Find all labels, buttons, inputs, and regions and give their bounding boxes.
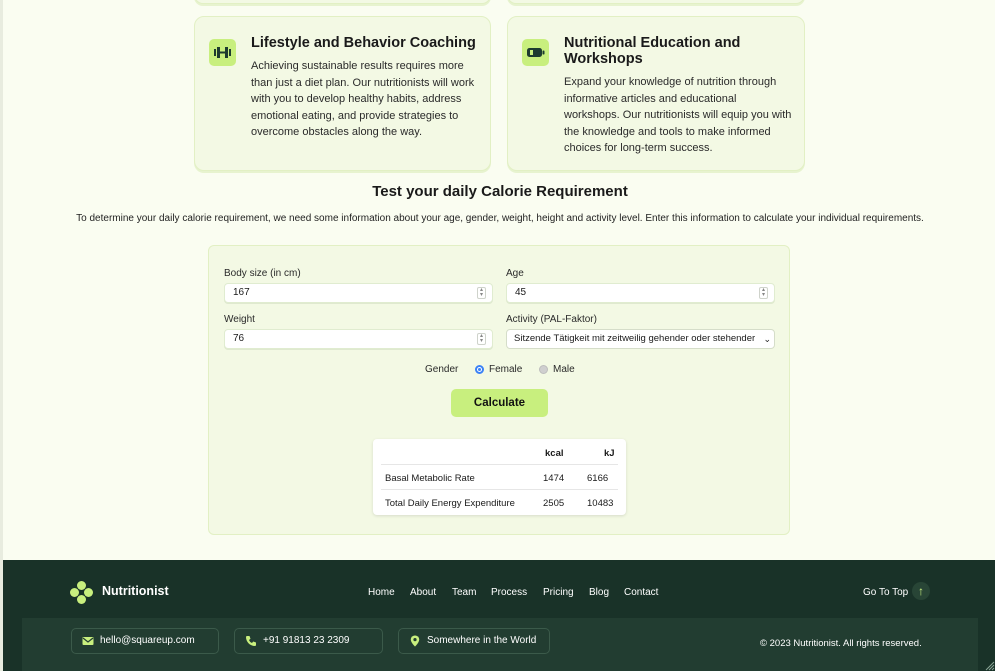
age-input[interactable]: 45 ▴ ▾ — [506, 283, 775, 303]
weight-input[interactable]: 76 ▴ ▾ — [224, 329, 493, 349]
service-card-partial-right — [507, 0, 805, 4]
arrow-up-icon[interactable]: ↑ — [912, 582, 930, 600]
mail-icon — [82, 637, 94, 645]
contact-phone-text: +91 91813 23 2309 — [263, 635, 350, 646]
contact-location-text: Somewhere in the World — [427, 635, 537, 646]
results-row-kcal: 2505 — [543, 498, 565, 509]
calculate-button[interactable]: Calculate — [451, 389, 548, 417]
contact-email-text: hello@squareup.com — [100, 635, 195, 646]
activity-value: Sitzende Tätigkeit mit zeitweilig gehend… — [514, 333, 756, 344]
service-card-partial-left — [194, 0, 491, 4]
age-label: Age — [506, 268, 524, 279]
weight-value: 76 — [233, 333, 245, 344]
activity-label: Activity (PAL-Faktor) — [506, 314, 597, 325]
phone-icon — [246, 636, 256, 646]
resize-grip-icon[interactable] — [983, 659, 995, 671]
go-to-top-link[interactable]: Go To Top — [863, 587, 908, 598]
gender-radio-female[interactable] — [475, 365, 484, 374]
body-size-label: Body size (in cm) — [224, 268, 301, 279]
battery-icon — [522, 39, 549, 66]
service-description: Achieving sustainable results requires m… — [251, 60, 475, 138]
footer: Nutritionist Home About Team Process Pri… — [3, 560, 995, 671]
dumbbell-icon — [209, 39, 236, 66]
footer-nav-home[interactable]: Home — [368, 587, 395, 598]
footer-nav-contact[interactable]: Contact — [624, 587, 658, 598]
service-title: Nutritional Education and Workshops — [564, 35, 741, 67]
body-size-value: 167 — [233, 287, 250, 298]
gender-label: Gender — [425, 364, 459, 375]
service-card-education: Nutritional Education and Workshops Expa… — [507, 16, 805, 171]
weight-label: Weight — [224, 314, 255, 325]
results-header-kj: kJ — [604, 448, 615, 459]
gender-option-male[interactable]: Male — [553, 364, 575, 375]
footer-nav-team[interactable]: Team — [452, 587, 476, 598]
divider — [381, 464, 618, 465]
results-row-kcal: 1474 — [543, 473, 565, 484]
service-title: Lifestyle and Behavior Coaching — [251, 35, 476, 51]
results-table: kcal kJ Basal Metabolic Rate 1474 6166 T… — [373, 439, 626, 515]
chevron-down-icon: ⌄ — [761, 330, 771, 348]
location-pin-icon — [410, 635, 420, 647]
contact-location[interactable]: Somewhere in the World — [398, 628, 550, 654]
contact-email[interactable]: hello@squareup.com — [71, 628, 219, 654]
weight-stepper[interactable]: ▴ ▾ — [477, 333, 486, 345]
results-row-kj: 6166 — [587, 473, 609, 484]
results-row-kj: 10483 — [587, 498, 614, 509]
body-size-input[interactable]: 167 ▴ ▾ — [224, 283, 493, 303]
service-description: Expand your knowledge of nutrition throu… — [564, 76, 792, 154]
footer-nav-process[interactable]: Process — [491, 587, 527, 598]
brand-name[interactable]: Nutritionist — [102, 584, 169, 598]
activity-select[interactable]: Sitzende Tätigkeit mit zeitweilig gehend… — [506, 329, 775, 349]
results-header-kcal: kcal — [545, 448, 564, 459]
radio-dot — [478, 368, 481, 371]
footer-nav-about[interactable]: About — [410, 587, 436, 598]
service-card-lifestyle: Lifestyle and Behavior Coaching Achievin… — [194, 16, 491, 171]
footer-nav-blog[interactable]: Blog — [589, 587, 609, 598]
footer-nav-pricing[interactable]: Pricing — [543, 587, 574, 598]
contact-phone[interactable]: +91 91813 23 2309 — [234, 628, 383, 654]
results-row-label: Total Daily Energy Expenditure — [385, 498, 515, 509]
age-stepper[interactable]: ▴ ▾ — [759, 287, 768, 299]
age-value: 45 — [515, 287, 527, 298]
calculator-title: Test your daily Calorie Requirement — [372, 183, 628, 200]
gender-option-female[interactable]: Female — [489, 364, 522, 375]
copyright: © 2023 Nutritionist. All rights reserved… — [760, 638, 922, 649]
divider — [381, 489, 618, 490]
results-row-label: Basal Metabolic Rate — [385, 473, 475, 484]
calculator-intro: To determine your daily calorie requirem… — [76, 213, 924, 224]
footer-contact-bar: hello@squareup.com +91 91813 23 2309 Som… — [22, 618, 978, 671]
body-size-stepper[interactable]: ▴ ▾ — [477, 287, 486, 299]
gender-radio-male[interactable] — [539, 365, 548, 374]
